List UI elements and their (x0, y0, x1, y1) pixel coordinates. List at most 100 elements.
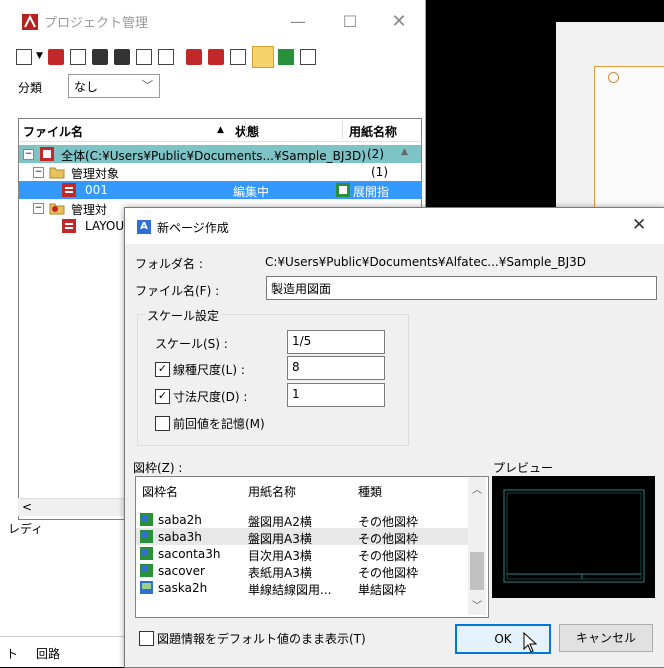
drawing-circle (608, 72, 619, 83)
list-column-paper[interactable]: 用紙名称 (248, 483, 296, 500)
default-show-checkbox[interactable] (139, 631, 154, 646)
scroll-thumb[interactable] (470, 552, 484, 590)
refresh-icon[interactable] (70, 49, 86, 65)
tool-d-icon[interactable] (278, 49, 294, 65)
dialog-close-button[interactable]: ✕ (632, 215, 646, 235)
tool-e-icon[interactable] (300, 49, 316, 65)
page-icon (62, 183, 76, 197)
sheet-type-icon (336, 183, 350, 197)
tree-row-label: LAYOU (85, 219, 125, 233)
frame-name: saska2h (158, 581, 208, 595)
dropdown-arrow-icon[interactable]: ▼ (36, 51, 43, 61)
tree-row-count: (2) (367, 147, 384, 161)
highlight-tool-icon[interactable] (252, 46, 274, 68)
status-text: レディ (8, 522, 44, 536)
tab-circuit[interactable]: 回路 (36, 645, 60, 662)
filename-label: ファイル名(F) : (135, 284, 220, 298)
scale-input[interactable]: 1/5 (287, 330, 385, 354)
open-icon[interactable] (16, 49, 32, 65)
list-item[interactable]: saba3h 盤図用A3横 その他図枠 (136, 528, 468, 546)
remember-checkbox[interactable] (155, 416, 170, 431)
save-icon[interactable] (92, 49, 108, 65)
column-paper[interactable]: 用紙名称 (349, 123, 397, 140)
tool-a-icon[interactable] (186, 49, 202, 65)
linetype-value: 8 (292, 360, 300, 374)
folder-value: C:¥Users¥Public¥Documents¥Alfatec...¥Sam… (265, 255, 587, 269)
frame-icon (140, 513, 153, 526)
frame-list[interactable]: 図枠名 用紙名称 種類 saba2h 盤図用A2横 その他図枠 saba3h 盤… (135, 476, 489, 618)
tab-partial[interactable]: ト (6, 645, 18, 662)
new-page-dialog: A 新ページ作成 ✕ フォルダ名 : C:¥Users¥Public¥Docum… (124, 207, 664, 668)
dimension-value: 1 (292, 387, 300, 401)
collapse-icon[interactable]: − (23, 149, 34, 160)
minimize-button[interactable]: — (283, 8, 313, 36)
new-project-icon[interactable] (48, 49, 64, 65)
maximize-button[interactable]: ☐ (335, 8, 365, 36)
list-item[interactable]: saba2h 盤図用A2横 その他図枠 (136, 511, 468, 529)
column-status[interactable]: 状態 (235, 123, 259, 140)
tool-b-icon[interactable] (208, 49, 224, 65)
scroll-down-icon[interactable]: ﹀ (472, 597, 482, 612)
frame-name: saconta3h (158, 547, 221, 561)
copy-icon[interactable] (114, 49, 130, 65)
tree-row-count: (1) (371, 165, 388, 179)
folder-label: フォルダ名 : (135, 257, 203, 271)
category-value: なし (74, 80, 99, 94)
frame-paper: 単線結線図用... (248, 583, 332, 597)
list-column-name[interactable]: 図枠名 (142, 483, 178, 500)
mouse-cursor-icon (523, 632, 538, 653)
frame-icon (140, 530, 153, 543)
scroll-left-icon[interactable]: < (22, 500, 32, 514)
column-filename[interactable]: ファイル名 (23, 123, 83, 140)
managed-folder-icon (49, 203, 65, 215)
app-icon (22, 14, 38, 30)
list-item[interactable]: saska2h 単線結線図用... 単結図枠 (136, 579, 468, 597)
scale-group-label: スケール設定 (145, 307, 222, 324)
tree-row-managed[interactable]: − 管理対象 (1) (19, 163, 421, 181)
preview-image (503, 489, 645, 583)
category-label: 分類 (18, 81, 43, 95)
linetype-input[interactable]: 8 (287, 356, 385, 380)
default-show-label: 図題情報をデフォルト値のまま表示(T) (157, 632, 366, 646)
remember-label: 前回値を記憶(M) (173, 417, 265, 431)
scale-label: スケール(S) : (155, 337, 228, 351)
dialog-title: 新ページ作成 (157, 221, 229, 235)
linetype-label: 線種尺度(L) : (173, 363, 245, 377)
list-column-type[interactable]: 種類 (358, 483, 382, 500)
tree-row-status: 編集中 (233, 185, 270, 199)
scroll-up-icon[interactable]: ︿ (472, 481, 482, 496)
column-separator (245, 121, 246, 139)
list-scrollbar[interactable]: ︿ ﹀ (468, 477, 486, 615)
preview-label: プレビュー (493, 461, 554, 475)
close-button[interactable]: ✕ (384, 8, 414, 36)
dimension-checkbox[interactable]: ✓ (155, 389, 170, 404)
list-view-icon[interactable] (158, 49, 174, 65)
cancel-button[interactable]: キャンセル (559, 624, 653, 652)
frame-icon (140, 547, 153, 560)
chevron-down-icon: ﹀ (142, 79, 153, 92)
page-icon (62, 219, 76, 233)
filename-input[interactable]: 製造用図面 (266, 276, 657, 300)
print-icon[interactable] (136, 49, 152, 65)
dialog-app-icon: A (137, 220, 151, 234)
collapse-icon[interactable]: − (33, 203, 44, 214)
scroll-up-icon[interactable]: ▲ (401, 147, 408, 157)
linetype-checkbox[interactable]: ✓ (155, 362, 170, 377)
scale-value: 1/5 (292, 334, 312, 348)
tree-row-label: 001 (85, 183, 108, 197)
category-select[interactable]: なし ﹀ (68, 74, 160, 98)
dimension-input[interactable]: 1 (287, 383, 385, 407)
frame-label: 図枠(Z) : (133, 461, 183, 475)
tree-row-label: 管理対象 (71, 167, 120, 181)
tree-row-root[interactable]: − 全体(C:¥Users¥Public¥Documents...¥Sample… (19, 145, 421, 163)
collapse-icon[interactable]: − (33, 167, 44, 178)
tree-row-001[interactable]: 001 編集中 展開指 (19, 181, 421, 199)
tree-row-label: 管理対 (71, 203, 108, 217)
list-item[interactable]: saconta3h 目次用A3横 その他図枠 (136, 545, 468, 563)
project-titlebar: プロジェクト管理 — ☐ ✕ (0, 0, 425, 42)
tool-c-icon[interactable] (230, 49, 246, 65)
tree-row-label: 全体(C:¥Users¥Public¥Documents...¥Sample_B… (61, 149, 366, 163)
frame-name: saba3h (158, 530, 202, 544)
list-item[interactable]: sacover 表紙用A3横 その他図枠 (136, 562, 468, 580)
single-line-frame-icon (140, 581, 153, 594)
